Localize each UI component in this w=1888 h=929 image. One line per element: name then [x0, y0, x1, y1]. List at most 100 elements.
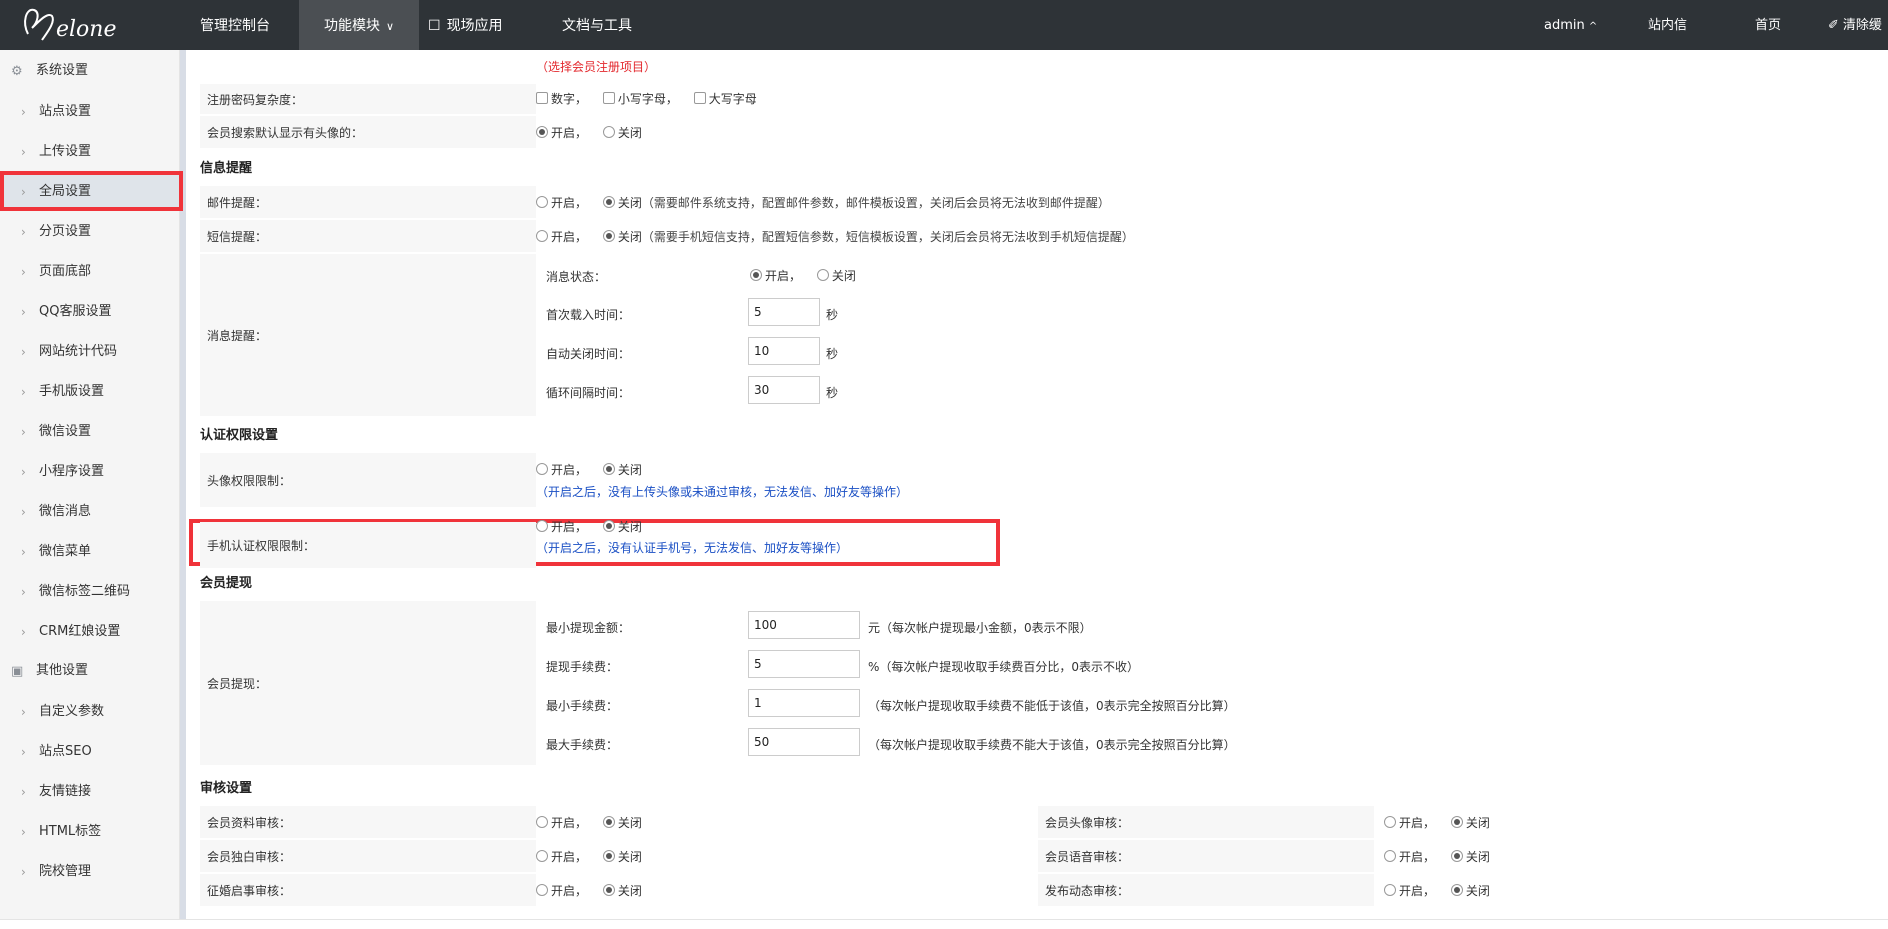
mail-open-radio[interactable]: 开启，	[536, 196, 587, 210]
sidebar-scrollbar[interactable]	[180, 50, 186, 929]
audit-post-open-radio[interactable]: 开启，	[1384, 884, 1435, 898]
chevron-right-icon: ›	[21, 145, 26, 159]
messages-link[interactable]: 站内信	[1648, 0, 1687, 50]
clear-cache-button[interactable]: ✐ 清除缓	[1828, 0, 1882, 50]
home-link[interactable]: 首页	[1755, 0, 1781, 50]
radio-label: 开启，	[551, 884, 588, 898]
avatar-auth-open-radio[interactable]: 开启，	[536, 463, 587, 477]
radio	[602, 816, 615, 828]
sidebar-item-html-tags[interactable]: › HTML标签	[0, 814, 180, 850]
phone-auth-close-radio[interactable]: 关闭	[602, 520, 642, 534]
audit-profile-open-radio[interactable]: 开启，	[536, 816, 587, 830]
sidebar-item-label: HTML标签	[39, 824, 102, 839]
msg-cycle-input[interactable]: 30	[748, 376, 820, 404]
chevron-right-icon: ›	[21, 545, 26, 559]
radio-label: 关闭	[1465, 884, 1490, 898]
withdraw-maxfee-input[interactable]: 50	[748, 728, 860, 756]
msg-auto-close-label: 自动关闭时间：	[546, 347, 631, 361]
section-withdraw: 会员提现	[200, 576, 253, 591]
sidebar-item-wechat-qrcode[interactable]: › 微信标签二维码	[0, 574, 180, 610]
radio	[750, 269, 762, 281]
radio	[536, 230, 548, 242]
radio-label: 开启，	[1399, 884, 1436, 898]
audit-post-close-radio[interactable]: 关闭	[1450, 884, 1490, 898]
sidebar-item-seo[interactable]: › 站点SEO	[0, 734, 180, 770]
avatar-auth-close-radio[interactable]: 关闭	[602, 463, 642, 477]
nav-docs-tools[interactable]: 文档与工具	[562, 0, 642, 50]
audit-marriage-open-radio[interactable]: 开启，	[536, 884, 587, 898]
sms-close-radio[interactable]: 关闭	[602, 230, 642, 244]
nav-dashboard[interactable]: 管理控制台	[184, 0, 286, 50]
sidebar-item-links[interactable]: › 友情链接	[0, 774, 180, 810]
pwd-upper-checkbox[interactable]: 大写字母	[693, 92, 757, 106]
sidebar-item-label: 自定义参数	[39, 704, 105, 719]
audit-avatar-close-radio[interactable]: 关闭	[1450, 816, 1490, 830]
msg-auto-close-input[interactable]: 10	[748, 337, 820, 365]
audit-marriage-options: 开启， 关闭	[536, 882, 642, 899]
msg-status-options: 开启， 关闭	[750, 267, 856, 284]
sidebar-item-stats-code[interactable]: › 网站统计代码	[0, 334, 180, 370]
sidebar-item-site[interactable]: › 站点设置	[0, 94, 180, 130]
sidebar-item-wechat-menu[interactable]: › 微信菜单	[0, 534, 180, 570]
sidebar-group-other[interactable]: ▣ 其他设置	[0, 659, 180, 683]
sidebar-group-system[interactable]: ⚙ 系统设置	[0, 59, 180, 83]
phone-auth-open-radio[interactable]: 开启，	[536, 520, 587, 534]
user-menu[interactable]: admin ^	[1544, 0, 1597, 50]
sms-open-radio[interactable]: 开启，	[536, 230, 587, 244]
mail-reminder-hint: （需要邮件系统支持，配置邮件参数，邮件模板设置，关闭后会员将无法收到邮件提醒）	[641, 196, 1110, 210]
chevron-right-icon: ›	[21, 305, 26, 319]
audit-marriage-close-radio[interactable]: 关闭	[602, 884, 642, 898]
audit-avatar-open-radio[interactable]: 开启，	[1384, 816, 1435, 830]
sidebar-item-global[interactable]: › 全局设置	[0, 174, 180, 210]
mail-close-radio[interactable]: 关闭	[602, 196, 642, 210]
sidebar-item-label: 微信标签二维码	[39, 584, 131, 599]
audit-voice-open-radio[interactable]: 开启，	[1384, 850, 1435, 864]
audit-monologue-open-radio[interactable]: 开启，	[536, 850, 587, 864]
nav-modules[interactable]: 功能模块 ∨	[299, 0, 419, 50]
radio-label: 关闭	[617, 230, 642, 244]
sidebar-item-wechat-msg[interactable]: › 微信消息	[0, 494, 180, 530]
msg-status-open-radio[interactable]: 开启，	[750, 269, 801, 283]
radio	[536, 850, 548, 862]
sidebar-item-label: 网站统计代码	[39, 344, 118, 359]
sidebar-item-paging[interactable]: › 分页设置	[0, 214, 180, 250]
audit-monologue-close-radio[interactable]: 关闭	[602, 850, 642, 864]
chevron-right-icon: ›	[21, 425, 26, 439]
sidebar-item-mobile[interactable]: › 手机版设置	[0, 374, 180, 410]
sidebar-item-custom-params[interactable]: › 自定义参数	[0, 694, 180, 730]
avatar-search-close-radio[interactable]: 关闭	[602, 126, 642, 140]
phone-auth-hint: （开启之后，没有认证手机号，无法发信、加好友等操作）	[536, 539, 848, 556]
nav-live-apps[interactable]: ☐ 现场应用	[428, 0, 528, 50]
sidebar-item-miniprogram[interactable]: › 小程序设置	[0, 454, 180, 490]
audit-profile-close-radio[interactable]: 关闭	[602, 816, 642, 830]
sidebar-item-label: 全局设置	[39, 184, 92, 199]
withdraw-min-input[interactable]: 100	[748, 611, 860, 639]
sidebar-item-schools[interactable]: › 院校管理	[0, 854, 180, 890]
svg-text:elone: elone	[56, 17, 117, 42]
sidebar-item-crm[interactable]: › CRM红娘设置	[0, 614, 180, 650]
chevron-right-icon: ›	[21, 505, 26, 519]
brand-logo[interactable]: elone	[20, 4, 180, 48]
sidebar-item-label: 微信消息	[39, 504, 92, 519]
chevron-right-icon: ›	[21, 625, 26, 639]
msg-status-close-radio[interactable]: 关闭	[816, 269, 856, 283]
pwd-lower-checkbox[interactable]: 小写字母，	[602, 92, 678, 106]
audit-voice-close-radio[interactable]: 关闭	[1450, 850, 1490, 864]
radio	[536, 520, 548, 532]
withdraw-fee-input[interactable]: 5	[748, 650, 860, 678]
top-navigation-bar: elone 管理控制台 功能模块 ∨ ☐ 现场应用 文档与工具 admin ^ 站内…	[0, 0, 1888, 50]
avatar-search-open-radio[interactable]: 开启，	[536, 126, 587, 140]
radio-label: 开启，	[551, 816, 588, 830]
radio	[1384, 884, 1396, 896]
register-items-hint: （选择会员注册项目）	[536, 58, 656, 75]
sidebar-item-upload[interactable]: › 上传设置	[0, 134, 180, 170]
mail-reminder-label: 邮件提醒：	[200, 186, 536, 218]
avatar-auth-label: 头像权限限制：	[200, 453, 536, 507]
withdraw-minfee-input[interactable]: 1	[748, 689, 860, 717]
sidebar-item-footer[interactable]: › 页面底部	[0, 254, 180, 290]
sidebar-item-qq-service[interactable]: › QQ客服设置	[0, 294, 180, 330]
pwd-digit-checkbox[interactable]: 数字，	[536, 92, 587, 106]
audit-profile-options: 开启， 关闭	[536, 814, 642, 831]
msg-first-load-input[interactable]: 5	[748, 298, 820, 326]
sidebar-item-wechat[interactable]: › 微信设置	[0, 414, 180, 450]
